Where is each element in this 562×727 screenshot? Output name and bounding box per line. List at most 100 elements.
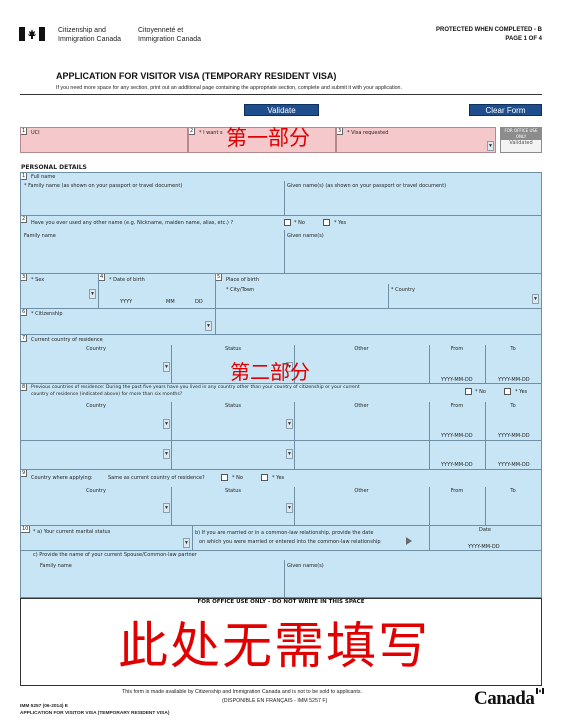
dept-fr-line2: Immigration Canada [138, 36, 202, 43]
spouse-given-input[interactable] [285, 560, 541, 597]
personal-details-title: PERSONAL DETAILS [21, 164, 87, 171]
apply-col-other: Other [354, 488, 369, 494]
full-name-label: Full name [31, 174, 56, 180]
other-name-no-label: * No [294, 220, 305, 226]
sex-dropdown-icon[interactable]: ▼ [89, 289, 96, 299]
other-name-num: 2 [21, 216, 28, 223]
city-input[interactable] [217, 285, 387, 307]
other-name-yes-checkbox[interactable] [323, 219, 330, 226]
pob-num: 5 [216, 274, 223, 281]
cur-res-other-input[interactable] [295, 353, 428, 383]
prev-res-row2-from-format: YYYY-MM-DD [441, 462, 473, 468]
apply-col-to: To [510, 488, 516, 494]
spouse-family-input[interactable] [21, 560, 284, 597]
cur-res-div4 [485, 345, 486, 383]
apply-same-no-checkbox[interactable] [221, 474, 228, 481]
cur-res-num: 7 [21, 335, 28, 342]
sex-label: * Sex [31, 277, 45, 283]
prev-res-row1-country-dropdown-icon[interactable]: ▼ [163, 419, 170, 429]
apply-same-no-label: * No [232, 475, 243, 481]
dept-name-en: Citizenship and Immigration Canada [58, 26, 121, 44]
apply-col-status: Status [225, 488, 241, 494]
family-name-input[interactable] [21, 181, 284, 215]
other-given-names-input[interactable] [285, 230, 541, 273]
citizenship-select[interactable] [21, 318, 215, 333]
prev-res-col-country: Country [86, 403, 106, 409]
prev-res-div3 [429, 402, 430, 469]
prev-res-row1-to-format: YYYY-MM-DD [498, 433, 530, 439]
dept-en-line1: Citizenship and [58, 27, 106, 34]
marital-status-select[interactable] [21, 536, 191, 549]
visa-dropdown-icon[interactable]: ▼ [487, 141, 494, 151]
apply-num: 9 [21, 470, 28, 477]
marital-date-arrow-icon [406, 537, 412, 545]
marital-status-dropdown-icon[interactable]: ▼ [183, 538, 190, 548]
office-use-box: FOR OFFICE USE ONLY Validated [500, 127, 542, 153]
prev-res-row1-status-dropdown-icon[interactable]: ▼ [286, 419, 293, 429]
citizenship-label: * Citizenship [31, 311, 63, 317]
row6-rule [20, 469, 542, 470]
prev-res-col-from: From [450, 403, 464, 409]
protected-label: PROTECTED WHEN COMPLETED - B [436, 27, 542, 33]
apply-same-yes-checkbox[interactable] [261, 474, 268, 481]
prev-res-row2-status-dropdown-icon[interactable]: ▼ [286, 449, 293, 459]
marital-num: 10 [21, 526, 31, 533]
prev-res-div4 [485, 402, 486, 469]
full-name-num: 1 [21, 173, 28, 180]
citizenship-dropdown-icon[interactable]: ▼ [205, 321, 212, 331]
prev-res-col-to: To [510, 403, 516, 409]
prev-res-row2-to-format: YYYY-MM-DD [498, 462, 530, 468]
other-name-no-checkbox[interactable] [284, 219, 291, 226]
citizenship-num: 6 [21, 309, 28, 316]
cur-res-col-other: Other [354, 346, 369, 352]
prev-res-row2-country-dropdown-icon[interactable]: ▼ [163, 449, 170, 459]
clear-form-button[interactable]: Clear Form [469, 104, 542, 116]
cur-res-country-dropdown-icon[interactable]: ▼ [163, 362, 170, 372]
row5-rule [20, 383, 542, 384]
uci-field[interactable]: 1 UCI [20, 127, 188, 153]
other-family-name-input[interactable] [21, 230, 284, 273]
apply-row[interactable] [21, 495, 541, 525]
canada-wordmark: Canada [474, 688, 544, 710]
apply-status-dropdown-icon[interactable]: ▼ [286, 503, 293, 513]
form-title: APPLICATION FOR VISITOR VISA (TEMPORARY … [56, 71, 337, 81]
footer-availability: This form is made available by Citizensh… [122, 689, 362, 695]
validate-button[interactable]: Validate [244, 104, 319, 116]
marital-divider [192, 525, 193, 550]
spouse-divider [284, 560, 285, 597]
dob-input[interactable] [100, 284, 214, 298]
apply-country-dropdown-icon[interactable]: ▼ [163, 503, 170, 513]
prev-res-question-line2: country of residence (indicated above) f… [31, 392, 183, 397]
office-use-label: FOR OFFICE USE ONLY - DO NOT WRITE IN TH… [197, 599, 365, 605]
visa-requested-field[interactable]: 3 * Visa requested ▼ [336, 127, 496, 153]
dob-label: * Date of birth [109, 277, 145, 283]
cur-res-label: Current country of residence [31, 337, 103, 343]
footer-form-number: IMM 5257 (06-2014) E [20, 704, 68, 709]
apply-col-from: From [450, 488, 464, 494]
marital-status-label: * a) Your current marital status [33, 529, 111, 535]
uci-num: 1 [21, 128, 28, 135]
country-of-birth-select[interactable] [389, 285, 541, 307]
prev-res-div1 [171, 402, 172, 469]
given-names-input[interactable] [285, 181, 541, 215]
footer-french: (DISPONIBLE EN FRANÇAIS - IMM 5257 F) [222, 698, 328, 704]
prev-res-no-checkbox[interactable] [465, 388, 472, 395]
prev-res-row1-from-format: YYYY-MM-DD [441, 433, 473, 439]
cur-res-col-status: Status [225, 346, 241, 352]
other-name-divider [284, 230, 285, 273]
sex-select[interactable] [21, 284, 98, 306]
country-of-birth-dropdown-icon[interactable]: ▼ [532, 294, 539, 304]
purpose-label: * I want s [199, 130, 223, 136]
dept-name-fr: Citoyenneté et Immigration Canada [138, 26, 201, 44]
prev-res-col-other: Other [354, 403, 369, 409]
marital-date-question-2: on which you were married or entered int… [199, 539, 381, 545]
cur-res-country-select[interactable] [21, 353, 171, 383]
apply-div3 [429, 487, 430, 525]
prev-res-yes-checkbox[interactable] [504, 388, 511, 395]
sex-num: 3 [21, 274, 28, 281]
apply-same-yes-label: * Yes [272, 475, 285, 481]
dob-mm: MM [166, 299, 175, 305]
apply-div2 [294, 487, 295, 525]
other-name-question: Have you ever used any other name (e.g. … [31, 220, 234, 226]
apply-div1 [171, 487, 172, 525]
